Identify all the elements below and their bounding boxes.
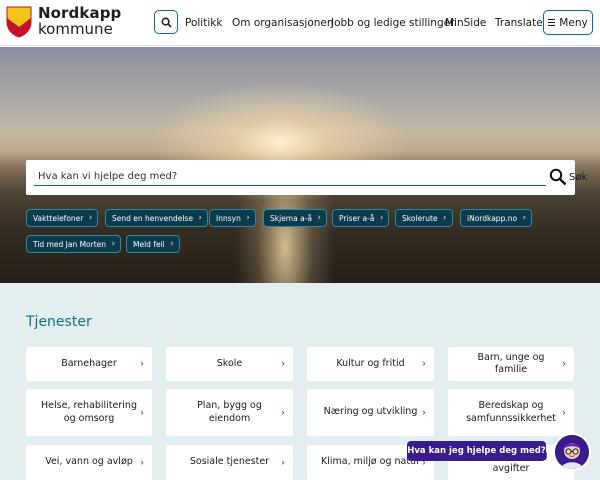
service-card-sosiale[interactable]: Sosiale tjenester › [166,445,293,480]
card-label: Skole [216,357,243,369]
quick-link-innsyn[interactable]: Innsyn › [209,209,256,227]
chevron-right-icon: › [281,457,285,468]
quick-link-skolerute[interactable]: Skolerute › [395,209,453,227]
nav-label: Politikk [185,17,223,29]
quick-link-priser[interactable]: Priser a-å › [332,209,390,227]
hero-search-box: Søk [26,160,587,195]
service-card-helse[interactable]: Helse, rehabilitering og omsorg › [26,389,152,436]
card-label: Sosiale tjenester [189,456,270,468]
services-title: Tjenester [26,314,92,330]
chevron-right-icon: › [198,213,202,223]
chevron-right-icon: › [562,407,566,418]
magnifier-icon [549,168,567,186]
chatbot-label: Hva kan jeg hjelpe deg med? [407,446,546,456]
chip-label: Priser a-å [339,213,375,223]
chevron-right-icon: › [379,213,384,223]
chevron-right-icon: › [522,213,527,223]
chevron-right-icon: › [140,358,144,370]
chevron-right-icon: › [170,239,174,249]
quick-link-tid-med-jan-morten[interactable]: Tid med Jan Morten › [26,235,122,253]
site-logo[interactable]: Nordkapp kommune [6,6,121,38]
card-label: Næring og utvikling [323,406,418,418]
chip-label: Meld feil [133,239,165,249]
chevron-right-icon: › [281,407,285,418]
card-label: Klima, miljø og natur [321,456,420,468]
menu-label: Meny [559,16,588,29]
service-card-barn-unge-familie[interactable]: Barn, unge og familie › [448,347,574,381]
chevron-right-icon: › [281,358,285,370]
chip-label: Send en henvendelse [112,213,193,223]
chevron-right-icon: › [88,213,93,223]
search-submit-button[interactable]: Søk [549,168,587,186]
hero-banner: Søk Vakttelefoner› Send en henvendelse› … [0,47,600,283]
service-card-skole[interactable]: Skole › [166,347,293,381]
chevron-right-icon: › [111,239,116,249]
chip-label: Skjema a-å [270,213,312,223]
service-card-barnehager[interactable]: Barnehager › [26,347,152,381]
nav-om-organisasjonen[interactable]: Om organisasjonen [232,0,334,46]
chip-label: Vakttelefoner [33,213,84,223]
service-card-naering[interactable]: Næring og utvikling › [307,389,434,436]
chevron-right-icon: › [442,213,447,223]
service-card-plan-bygg[interactable]: Plan, bygg og eiendom › [166,389,293,436]
nav-label: Jobb og ledige stillinger [331,17,455,29]
chatbot-avatar-button[interactable] [553,433,591,471]
chip-label: Skolerute [402,213,438,223]
chevron-right-icon: › [422,407,426,418]
quick-link-meld-feil[interactable]: Meld feil › [126,235,180,253]
hamburger-icon [548,17,556,28]
card-label: Beredskap og samfunnssikkerhet [466,400,556,424]
card-label: Kultur og fritid [336,357,405,369]
chevron-right-icon: › [562,358,566,370]
card-label: Barnehager [61,357,117,369]
nav-label: MinSide [445,17,487,29]
quick-link-send-henvendelse[interactable]: Send en henvendelse › [105,209,208,227]
chip-label: Tid med Jan Morten [33,239,107,249]
nav-minside[interactable]: MinSide [445,0,486,46]
logo-text-line1: Nordkapp [38,4,122,22]
chevron-right-icon: › [140,457,144,468]
quick-link-vakttelefoner[interactable]: Vakttelefoner › [26,209,99,227]
menu-button[interactable]: Meny [543,10,593,35]
coat-of-arms-icon [6,6,32,38]
service-card-beredskap[interactable]: Beredskap og samfunnssikkerhet › [448,389,574,436]
logo-text-line2: kommune [38,20,113,38]
nav-jobb[interactable]: Jobb og ledige stillinger [331,0,454,46]
card-label: Helse, rehabilitering og omsorg [41,400,137,424]
site-header: Nordkapp kommune Politikk Om organisasjo… [0,0,600,46]
nav-politikk[interactable]: Politikk [185,0,222,46]
search-input[interactable] [34,167,546,186]
service-card-kultur[interactable]: Kultur og fritid › [307,347,434,381]
chatbot-prompt-button[interactable]: Hva kan jeg hjelpe deg med? [407,441,546,461]
nav-translate[interactable]: Translate [495,0,543,46]
quick-link-inordkapp[interactable]: iNordkapp.no › [460,209,533,227]
nav-label: Translate [495,17,543,29]
chevron-right-icon: › [317,213,321,223]
header-search-button[interactable] [154,10,178,34]
card-label: Plan, bygg og eiendom [197,400,262,424]
card-label: Barn, unge og familie [477,351,545,375]
chip-label: Innsyn [216,213,241,223]
card-label: Vei, vann og avløp [45,456,133,468]
chip-label: iNordkapp.no [467,213,518,223]
quick-link-skjema[interactable]: Skjema a-å › [263,209,327,227]
chevron-right-icon: › [246,213,250,223]
service-card-vei-vann[interactable]: Vei, vann og avløp › [26,445,152,480]
nav-label: Om organisasjonen [232,17,334,29]
search-submit-label: Søk [569,171,588,183]
chevron-right-icon: › [140,407,144,418]
chatbot-avatar-icon [555,435,589,469]
magnifier-icon [161,17,172,28]
chevron-right-icon: › [422,358,426,370]
